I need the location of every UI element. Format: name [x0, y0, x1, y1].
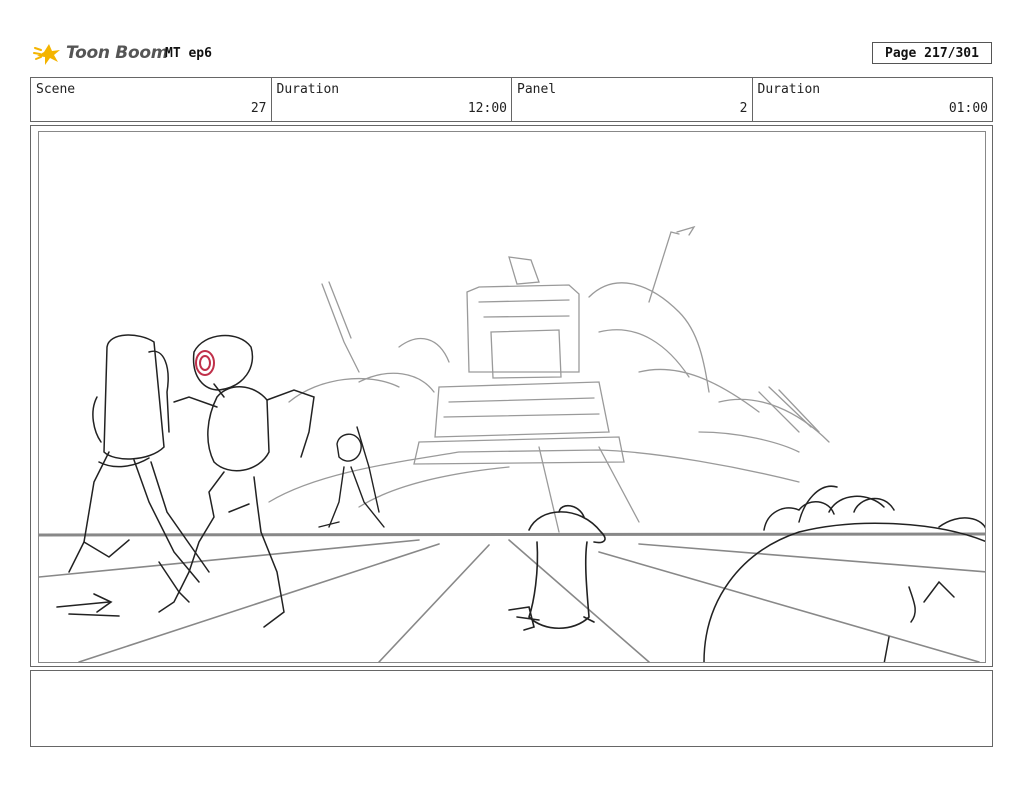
- scene-duration-value: 12:00: [467, 101, 507, 116]
- info-row: Scene 27 Duration 12:00 Panel 2 Duration…: [30, 77, 993, 122]
- toon-boom-burst-icon: [33, 44, 60, 65]
- panel-duration-label: Duration: [757, 82, 821, 97]
- notes-box: [30, 670, 993, 747]
- scene-label: Scene: [36, 82, 76, 97]
- panel-duration-cell: Duration 01:00: [753, 78, 993, 121]
- storyboard-sketch: [39, 225, 985, 662]
- robot-eye-icon: [195, 350, 215, 376]
- scene-duration-cell: Duration 12:00: [272, 78, 512, 121]
- toon-boom-logo: Toon Boom: [33, 38, 168, 68]
- right-creature-sketch: [703, 485, 985, 662]
- panel-value: 2: [739, 101, 748, 116]
- project-title: MT ep6: [165, 46, 212, 61]
- page-counter: Page 217/301: [872, 42, 992, 64]
- temple-sketch: [268, 225, 830, 533]
- panel-duration-value: 01:00: [948, 101, 988, 116]
- scene-value: 27: [250, 101, 267, 116]
- panel-label: Panel: [517, 82, 557, 97]
- scene-cell: Scene 27: [31, 78, 272, 121]
- scene-duration-label: Duration: [276, 82, 340, 97]
- motion-arrow-sketch: [56, 593, 120, 617]
- red-eye-robot-sketch: [158, 334, 315, 628]
- panel-cell: Panel 2: [512, 78, 753, 121]
- ground-lines: [39, 532, 985, 662]
- storyboard-panel: [38, 131, 986, 663]
- logo-text: Toon Boom: [66, 43, 169, 63]
